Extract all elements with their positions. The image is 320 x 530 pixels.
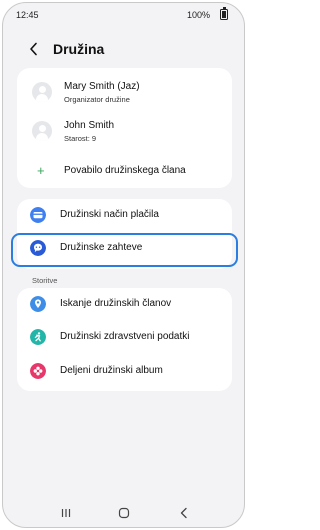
- payment-card-icon: [30, 207, 46, 223]
- member-age: Starost: 9: [64, 134, 97, 143]
- status-time: 12:45: [16, 10, 39, 20]
- invite-label: Povabilo družinskega člana: [64, 165, 186, 176]
- navigation-bar: [3, 501, 244, 527]
- avatar: [32, 121, 52, 141]
- phone-screen: 12:45 100% Družina Mary Smith (Jaz) Orga…: [2, 2, 245, 528]
- invite-member-button[interactable]: + Povabilo družinskega člana: [17, 161, 232, 183]
- section-title: Storitve: [32, 276, 58, 285]
- home-icon[interactable]: [117, 506, 131, 520]
- battery-percent: 100%: [186, 10, 210, 20]
- services-card: Iskanje družinskih članov Družinski zdra…: [17, 288, 232, 391]
- member-name: John Smith: [64, 120, 115, 131]
- shared-album-item[interactable]: Deljeni družinski album: [17, 360, 232, 386]
- family-health-label: Družinski zdravstveni podatki: [60, 331, 190, 342]
- page-title: Družina: [53, 41, 105, 57]
- find-family-label: Iskanje družinskih članov: [60, 298, 172, 309]
- member-row[interactable]: Mary Smith (Jaz) Organizator družine: [17, 76, 232, 114]
- member-row[interactable]: John Smith Starost: 9: [17, 115, 232, 153]
- status-bar: 12:45 100%: [3, 3, 244, 27]
- back-arrow-icon[interactable]: [29, 42, 39, 56]
- highlight-outline: [11, 233, 238, 267]
- family-health-item[interactable]: Družinski zdravstveni podatki: [17, 326, 232, 352]
- find-family-item[interactable]: Iskanje družinskih članov: [17, 293, 232, 319]
- recents-icon[interactable]: [59, 506, 73, 520]
- member-role: Organizator družine: [64, 95, 130, 104]
- plus-icon: +: [37, 163, 45, 178]
- family-payment-item[interactable]: Družinski način plačila: [17, 204, 232, 230]
- avatar: [32, 82, 52, 102]
- location-pin-icon: [30, 296, 46, 312]
- back-nav-icon[interactable]: [177, 506, 191, 520]
- battery-icon: [220, 7, 228, 20]
- flower-album-icon: [30, 363, 46, 379]
- shared-album-label: Deljeni družinski album: [60, 365, 163, 376]
- members-card: Mary Smith (Jaz) Organizator družine Joh…: [17, 68, 232, 188]
- page-header: Družina: [3, 37, 244, 61]
- health-icon: [30, 329, 46, 345]
- family-payment-label: Družinski način plačila: [60, 209, 159, 220]
- member-name: Mary Smith (Jaz): [64, 81, 140, 92]
